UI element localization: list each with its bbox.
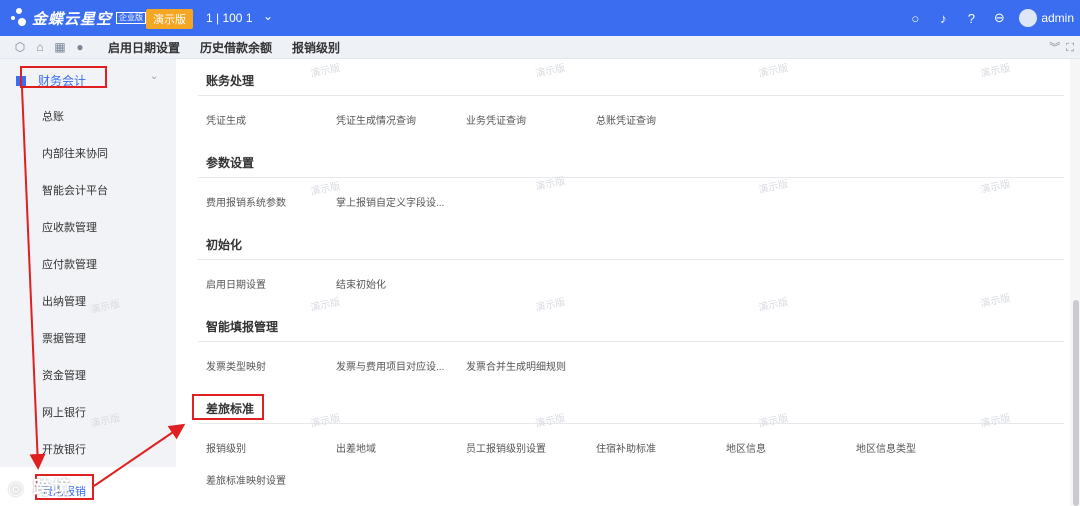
chevron-down-icon[interactable]: ⌄ [150,71,158,82]
cube-icon[interactable]: ⬡ [12,40,28,54]
sidebar-item-open-bank[interactable]: 开放银行 [42,441,86,457]
divider [198,95,1064,96]
link-mobile-custom-fields[interactable]: 掌上报销自定义字段设... [336,194,444,209]
link-lodging-allowance[interactable]: 住宿补助标准 [596,440,656,455]
sidebar-item-bills[interactable]: 票据管理 [42,330,86,346]
link-travel-region[interactable]: 出差地域 [336,440,376,455]
sidebar: 财务会计 ⌄ 总账 内部往来协同 智能会计平台 应收款管理 应付款管理 出纳管理… [0,59,176,506]
sidebar-item-funds[interactable]: 资金管理 [42,367,86,383]
main-content: 账务处理 凭证生成 凭证生成情况查询 业务凭证查询 总账凭证查询 参数设置 费用… [176,59,1070,506]
sidebar-item-general-ledger[interactable]: 总账 [42,108,64,124]
tab-historical-loan-balance[interactable]: 历史借款余额 [200,39,272,56]
link-end-init[interactable]: 结束初始化 [336,276,386,291]
sidebar-item-online-bank[interactable]: 网上银行 [42,404,86,420]
link-invoice-merge-rules[interactable]: 发票合并生成明细规则 [466,358,566,373]
org-selector[interactable]: 1 | 100 1 [206,11,253,25]
divider [198,177,1064,178]
link-region-info-type[interactable]: 地区信息类型 [856,440,916,455]
link-travel-standard-mapping[interactable]: 差旅标准映射设置 [206,472,286,487]
apps-grid-icon[interactable]: ▦ [52,40,68,54]
sidebar-item-internal-collab[interactable]: 内部往来协同 [42,145,108,161]
link-gl-voucher-query[interactable]: 总账凭证查询 [596,112,656,127]
annotation-box-finance [20,66,107,88]
link-reimbursement-level[interactable]: 报销级别 [206,440,246,455]
sidebar-item-cashier[interactable]: 出纳管理 [42,293,86,309]
sidebar-item-receivables[interactable]: 应收款管理 [42,219,97,235]
chevron-down-icon[interactable]: ⌄ [263,9,273,23]
home-icon[interactable]: ⌂ [32,40,48,54]
bell-icon[interactable]: ♪ [931,11,955,26]
help-icon[interactable]: ? [959,11,983,26]
link-invoice-expense-mapping[interactable]: 发票与费用项目对应设... [336,358,444,373]
annotation-box-travel-standard [192,394,264,420]
avatar[interactable] [1019,9,1038,27]
tab-start-date-settings[interactable]: 启用日期设置 [108,39,180,56]
link-voucher-status-query[interactable]: 凭证生成情况查询 [336,112,416,127]
minus-circle-icon[interactable]: ⊖ [987,10,1011,26]
sidebar-item-smart-accounting[interactable]: 智能会计平台 [42,182,108,198]
tab-bar: ⬡ ⌂ ▦ ● 启用日期设置 历史借款余额 报销级别 ︾ ⛶ [0,36,1080,59]
divider [198,341,1064,342]
divider [198,423,1064,424]
overlay-watermark: ◎ 跨境 [8,478,73,498]
link-employee-level-settings[interactable]: 员工报销级别设置 [466,440,546,455]
chat-icon[interactable]: ● [72,40,88,54]
top-bar: 金蝶云星空 企业版 演示版 1 | 100 1 ⌄ ○ ♪ ? ⊖ admin [0,0,1080,36]
link-business-voucher-query[interactable]: 业务凭证查询 [466,112,526,127]
scrollbar-thumb[interactable] [1073,300,1079,506]
link-voucher-generate[interactable]: 凭证生成 [206,112,246,127]
link-start-date-settings[interactable]: 启用日期设置 [206,276,266,291]
link-region-info[interactable]: 地区信息 [726,440,766,455]
edition-badge: 企业版 [116,12,146,24]
section-title-init: 初始化 [206,238,243,252]
search-icon[interactable]: ○ [903,11,927,26]
camera-logo-icon: ◎ [8,478,26,498]
section-title-smart-filing: 智能填报管理 [206,320,279,334]
tab-reimbursement-level[interactable]: 报销级别 [292,39,340,56]
expand-icons[interactable]: ︾ ⛶ [1049,39,1074,55]
link-invoice-type-mapping[interactable]: 发票类型映射 [206,358,266,373]
section-title-parameters: 参数设置 [206,156,255,170]
section-title-accounting: 账务处理 [206,74,255,88]
kingdee-logo-icon [10,6,32,30]
user-name[interactable]: admin [1041,11,1074,25]
link-system-params[interactable]: 费用报销系统参数 [206,194,286,209]
sidebar-item-payables[interactable]: 应付款管理 [42,256,97,272]
demo-badge: 演示版 [146,9,193,29]
brand-name: 金蝶云星空 [32,11,113,28]
divider [198,259,1064,260]
